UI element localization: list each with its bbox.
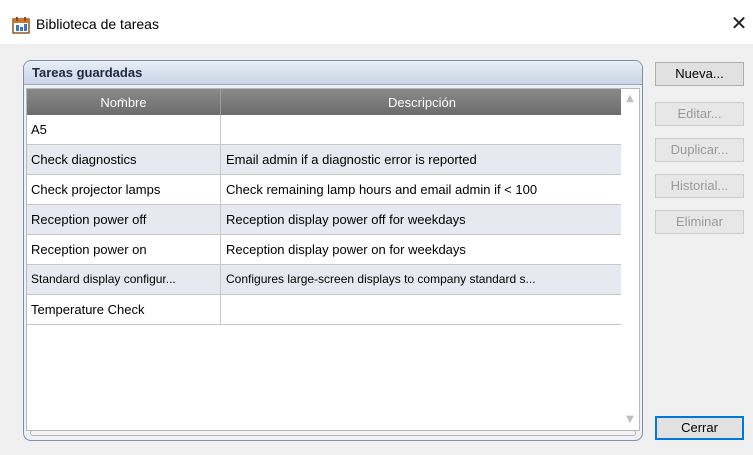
table-header: ︿ Nombre Descripción: [27, 89, 623, 115]
task-name-cell: Temperature Check: [27, 295, 221, 324]
scroll-up-icon[interactable]: ▲: [625, 93, 635, 104]
table-row[interactable]: A5: [27, 115, 623, 145]
table-row[interactable]: Check projector lamps Check remaining la…: [27, 175, 623, 205]
edit-button[interactable]: Editar...: [655, 102, 744, 126]
delete-button[interactable]: Eliminar: [655, 210, 744, 234]
group-header: Tareas guardadas: [24, 61, 642, 85]
task-description-cell: Reception display power on for weekdays: [226, 242, 466, 257]
task-library-icon: [12, 17, 30, 34]
task-name-cell: Reception power on: [27, 235, 221, 264]
task-description-cell: Check remaining lamp hours and email adm…: [226, 182, 538, 197]
task-name-cell: A5: [27, 115, 221, 144]
column-header-name[interactable]: ︿ Nombre: [27, 89, 221, 115]
table-row[interactable]: Reception power off Reception display po…: [27, 205, 623, 235]
vertical-scrollbar[interactable]: ▲ ▼: [621, 89, 639, 430]
new-button[interactable]: Nueva...: [655, 62, 744, 86]
table-row[interactable]: Check diagnostics Email admin if a diagn…: [27, 145, 623, 175]
group-title: Tareas guardadas: [32, 65, 143, 80]
table-row[interactable]: Temperature Check: [27, 295, 623, 325]
horizontal-scrollbar[interactable]: [30, 430, 636, 436]
sort-ascending-icon: ︿: [117, 93, 127, 104]
task-name-cell: Check diagnostics: [27, 145, 221, 174]
title-bar: Biblioteca de tareas ✕: [0, 0, 753, 44]
window-title: Biblioteca de tareas: [36, 16, 159, 32]
saved-tasks-group: Tareas guardadas ︿ Nombre Descripción A5…: [23, 60, 643, 441]
column-label-description: Descripción: [388, 95, 456, 110]
task-description-cell: Configures large-screen displays to comp…: [226, 272, 536, 286]
task-description-cell: Reception display power off for weekdays: [226, 212, 466, 227]
task-description-cell: Email admin if a diagnostic error is rep…: [226, 152, 477, 167]
task-name-cell: Check projector lamps: [27, 175, 221, 204]
close-button[interactable]: Cerrar: [655, 416, 744, 440]
table-body: A5 Check diagnostics Email admin if a di…: [27, 115, 623, 325]
history-button[interactable]: Historial...: [655, 174, 744, 198]
task-description-cell: [221, 295, 623, 324]
close-icon[interactable]: ✕: [725, 8, 753, 38]
duplicate-button[interactable]: Duplicar...: [655, 138, 744, 162]
task-name-cell: Standard display configur...: [27, 265, 221, 294]
scroll-down-icon[interactable]: ▼: [625, 414, 635, 425]
table-row[interactable]: Reception power on Reception display pow…: [27, 235, 623, 265]
task-description-cell: [221, 115, 623, 144]
column-header-description[interactable]: Descripción: [221, 89, 623, 115]
table-row[interactable]: Standard display configur... Configures …: [27, 265, 623, 295]
tasks-table[interactable]: ︿ Nombre Descripción A5 Check diagnostic…: [26, 88, 640, 431]
task-name-cell: Reception power off: [27, 205, 221, 234]
